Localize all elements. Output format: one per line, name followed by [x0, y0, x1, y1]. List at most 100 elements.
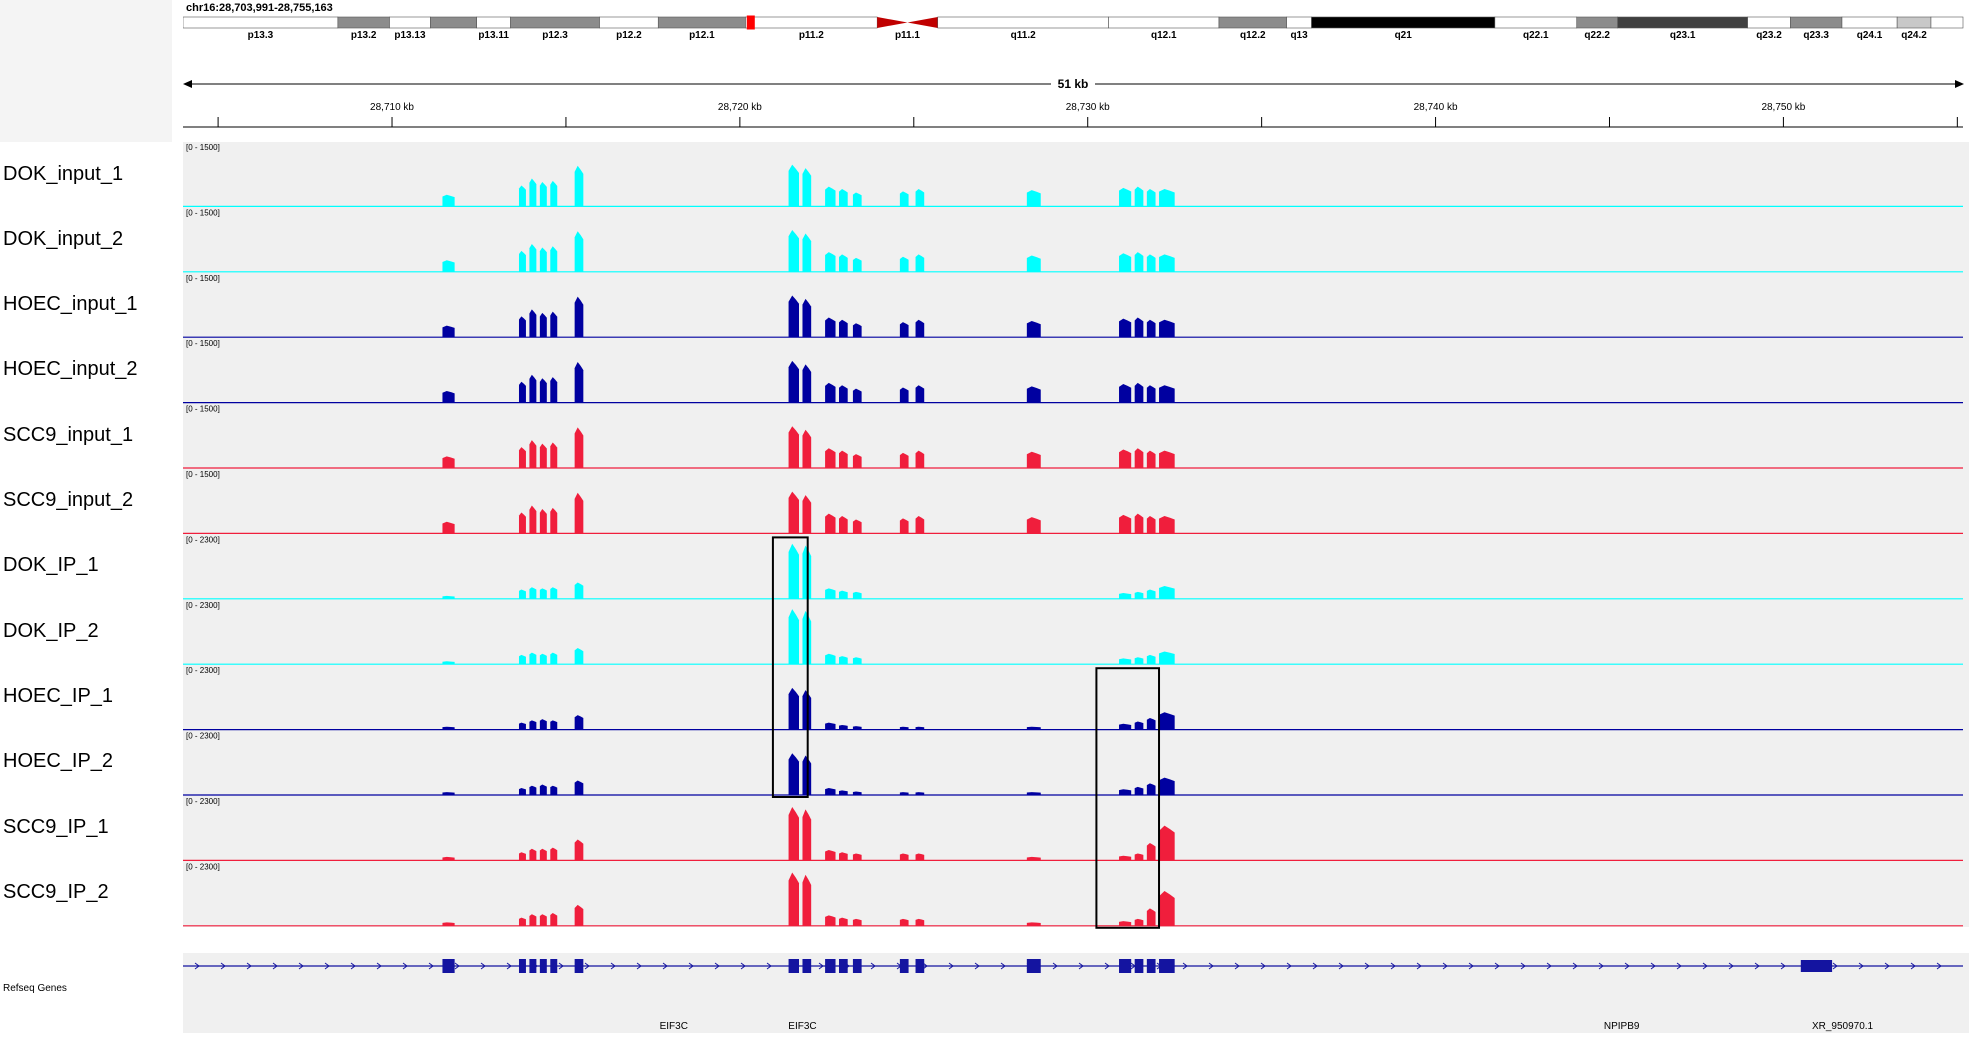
band-label: p13.2	[351, 30, 377, 41]
coverage-peak	[529, 178, 537, 207]
gene-exon	[539, 959, 547, 973]
gene-exon	[1159, 959, 1175, 973]
coverage-peak	[852, 257, 862, 272]
ideogram-band	[1790, 16, 1843, 29]
genome-view[interactable]: chr16:28,703,991-28,755,163 p13.3 p13.2 p1…	[183, 0, 1969, 1050]
coverage-peak	[899, 322, 909, 338]
coverage-peak	[1146, 783, 1156, 795]
coverage-peak	[852, 591, 862, 599]
track-name-dok-input-2[interactable]: DOK_input_2	[3, 228, 123, 251]
coverage-peak	[788, 687, 800, 730]
refseq-genes-name[interactable]: Refseq Genes	[0, 950, 170, 1030]
coverage-peak	[1119, 514, 1132, 534]
coverage-peak	[852, 918, 862, 926]
ideogram-band	[1218, 16, 1287, 29]
coverage-peak	[788, 360, 800, 403]
track-name-scc9-ip-2[interactable]: SCC9_IP_2	[3, 881, 109, 904]
ruler-tick-label: 28,710 kb	[370, 102, 414, 113]
ruler-tick-label: 28,740 kb	[1414, 102, 1458, 113]
gene-exon	[899, 959, 909, 973]
ideogram-band	[1896, 16, 1932, 29]
coverage-peak	[839, 450, 848, 468]
coverage-peak	[852, 519, 862, 534]
coverage-peak	[852, 323, 862, 338]
ideogram-band	[476, 16, 511, 29]
track-scale-label: [0 - 2300]	[186, 797, 220, 806]
coverage-peak	[1146, 319, 1156, 338]
coverage-peak	[442, 194, 455, 207]
band-label: p12.1	[689, 30, 715, 41]
ideogram-band	[1286, 16, 1312, 29]
ideogram-band	[1841, 16, 1898, 29]
track-scale-label: [0 - 1500]	[186, 470, 220, 479]
coverage-peak	[1146, 385, 1156, 403]
track-scale-label: [0 - 2300]	[186, 601, 220, 610]
band-label: q23.1	[1670, 30, 1696, 41]
band-label: q13	[1290, 30, 1308, 41]
ruler-tick-label: 28,730 kb	[1066, 102, 1110, 113]
coverage-peak	[518, 852, 526, 861]
ideogram-band	[1108, 16, 1220, 29]
coverage-peak	[788, 295, 800, 338]
coverage-peak	[915, 319, 925, 338]
gene-exon	[1026, 959, 1041, 973]
coverage-peak	[1146, 718, 1156, 730]
coverage-peak	[839, 516, 848, 534]
coverage-peak	[788, 543, 800, 599]
coverage-peak	[839, 319, 848, 338]
coverage-peak	[802, 168, 812, 207]
coverage-peak	[788, 609, 800, 665]
coverage-peak	[1146, 189, 1156, 207]
coverage-peak	[852, 454, 862, 468]
coverage-peak	[1146, 589, 1156, 599]
coverage-peak	[529, 914, 537, 926]
ideogram-band	[657, 16, 746, 29]
gene-exon	[788, 959, 800, 973]
track-name-hoec-ip-1[interactable]: HOEC_IP_1	[3, 685, 113, 708]
coverage-peak	[899, 853, 909, 861]
track-scale-label: [0 - 1500]	[186, 143, 220, 152]
band-label: q12.2	[1240, 30, 1266, 41]
coverage-peak	[825, 849, 836, 861]
track-name-scc9-input-2[interactable]: SCC9_input_2	[3, 489, 133, 512]
coverage-peak	[529, 785, 537, 795]
ideogram-band	[1494, 16, 1578, 29]
coverage-peak	[788, 491, 800, 534]
band-label: p11.1	[895, 30, 920, 41]
track-name-scc9-input-1[interactable]: SCC9_input_1	[3, 424, 133, 447]
coverage-peak	[899, 452, 909, 468]
track-name-hoec-input-2[interactable]: HOEC_input_2	[3, 358, 138, 381]
track-scale-label: [0 - 2300]	[186, 666, 220, 675]
browser-canvas[interactable]: chr16:28,703,991-28,755,163 p13.3 p13.2 p1…	[183, 0, 1969, 1050]
gene-exon	[839, 959, 848, 973]
coverage-peak	[839, 852, 848, 861]
track-name-list: DOK_input_1 DOK_input_2 HOEC_input_1 HOE…	[0, 142, 170, 927]
band-label: q24.1	[1857, 30, 1883, 41]
coverage-peak	[518, 512, 526, 534]
track-name-dok-ip-2[interactable]: DOK_IP_2	[3, 620, 99, 643]
ideogram-band	[1576, 16, 1618, 29]
track-name-scc9-ip-1[interactable]: SCC9_IP_1	[3, 816, 109, 839]
band-label: p13.3	[248, 30, 274, 41]
coverage-peak	[1146, 450, 1156, 468]
track-name-hoec-ip-2[interactable]: HOEC_IP_2	[3, 750, 113, 773]
track-name-dok-input-1[interactable]: DOK_input_1	[3, 163, 123, 186]
coverage-peak	[518, 722, 526, 730]
ideogram-band	[1930, 16, 1964, 29]
coverage-peak	[442, 260, 455, 272]
coverage-peak	[825, 317, 836, 338]
ideogram-band	[745, 16, 878, 29]
coverage-peak	[852, 853, 862, 861]
track-name-dok-ip-1[interactable]: DOK_IP_1	[3, 554, 99, 577]
coverage-peak	[899, 518, 909, 534]
coverage-peak	[915, 385, 925, 403]
coverage-peak	[802, 364, 812, 403]
band-label: p13.13	[394, 30, 426, 41]
track-scale-label: [0 - 2300]	[186, 535, 220, 544]
band-label: q11.2	[1011, 30, 1036, 41]
coverage-peak	[899, 256, 909, 272]
track-name-hoec-input-1[interactable]: HOEC_input_1	[3, 293, 138, 316]
track-scale-label: [0 - 1500]	[186, 274, 220, 283]
ideogram-band	[510, 16, 600, 29]
band-label: q23.2	[1756, 30, 1782, 41]
